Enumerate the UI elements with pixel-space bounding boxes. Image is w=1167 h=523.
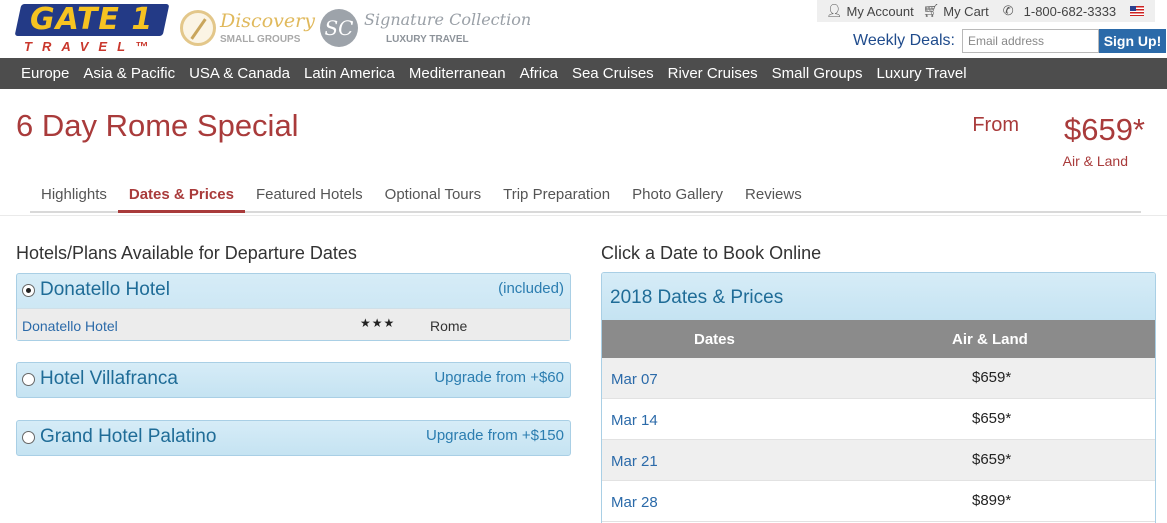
weekly-deals-signup: Weekly Deals: Sign Up! — [853, 29, 1166, 53]
price-sublabel: Air & Land — [1062, 153, 1128, 169]
plan-radio[interactable] — [22, 373, 35, 386]
signature-monogram-icon: SC — [320, 9, 358, 47]
tab-trip-preparation[interactable]: Trip Preparation — [492, 182, 621, 211]
plan-header: Donatello Hotel (included) — [17, 274, 570, 308]
dates-panel-title: 2018 Dates & Prices — [610, 287, 784, 308]
table-row[interactable]: Mar 14 $659* — [602, 399, 1155, 440]
plan-upgrade-price: Upgrade from +$150 — [425, 427, 564, 444]
departure-date-link[interactable]: Mar 07 — [611, 371, 658, 388]
discovery-small-groups-logo[interactable]: Discovery SMALL GROUPS — [180, 8, 315, 48]
gate1-travel-logo[interactable]: GATE 1 TRAVEL™ — [14, 2, 170, 54]
departure-price: $899* — [972, 492, 1012, 509]
plan-header: Grand Hotel Palatino Upgrade from +$150 — [17, 421, 570, 455]
dates-table-body: Mar 07 $659* Mar 14 $659* Mar 21 $659* M… — [602, 358, 1155, 522]
us-flag-icon[interactable] — [1130, 6, 1145, 16]
tab-featured-hotels[interactable]: Featured Hotels — [245, 182, 374, 211]
compass-icon — [180, 10, 216, 46]
departure-price: $659* — [972, 410, 1012, 427]
table-row[interactable]: Mar 21 $659* — [602, 440, 1155, 481]
departure-price: $659* — [972, 451, 1012, 468]
hotel-star-rating: ★★★ — [360, 316, 396, 330]
plan-note: (included) — [498, 280, 564, 297]
plan-header: Hotel Villafranca Upgrade from +$60 — [17, 363, 570, 397]
tour-tabs: Highlights Dates & Prices Featured Hotel… — [30, 182, 1141, 213]
price-from-label: From — [972, 114, 1019, 136]
tab-dates-prices[interactable]: Dates & Prices — [117, 182, 245, 213]
main-nav: Europe Asia & Pacific USA & Canada Latin… — [0, 58, 1167, 89]
dates-panel-header: 2018 Dates & Prices — [602, 273, 1155, 320]
site-header: GATE 1 TRAVEL™ Discovery SMALL GROUPS SC… — [0, 0, 1167, 58]
gate1-logo-word: GATE 1 — [30, 2, 154, 37]
my-cart-link[interactable]: 🛒︎ My Cart — [923, 3, 989, 19]
col-dates: Dates — [694, 331, 735, 348]
my-cart-label: My Cart — [943, 3, 989, 19]
gate1-logo-sub: TRAVEL™ — [24, 39, 159, 54]
nav-river-cruises[interactable]: River Cruises — [668, 65, 758, 82]
phone-link[interactable]: ✆ 1-800-682-3333 — [1003, 3, 1116, 19]
plan-name[interactable]: Donatello Hotel — [40, 279, 170, 301]
utility-bar: 👤︎ My Account 🛒︎ My Cart ✆ 1-800-682-333… — [817, 0, 1155, 22]
signature-logo-sub: LUXURY TRAVEL — [386, 34, 469, 45]
departure-date-link[interactable]: Mar 28 — [611, 494, 658, 511]
dates-prices-panel: 2018 Dates & Prices Dates Air & Land Mar… — [601, 272, 1156, 523]
nav-usa-canada[interactable]: USA & Canada — [189, 65, 290, 82]
gate1-logo-mark: GATE 1 — [14, 2, 170, 37]
plan-hotel-villafranca[interactable]: Hotel Villafranca Upgrade from +$60 — [16, 362, 571, 398]
dates-table-header: Dates Air & Land — [602, 320, 1155, 358]
weekly-deals-label: Weekly Deals: — [853, 32, 955, 49]
plan-hotel-row: Donatello Hotel ★★★ Rome — [17, 308, 570, 340]
plan-name[interactable]: Grand Hotel Palatino — [40, 426, 216, 448]
tab-highlights[interactable]: Highlights — [30, 182, 118, 211]
table-row[interactable]: Mar 07 $659* — [602, 358, 1155, 399]
phone-number: 1-800-682-3333 — [1023, 3, 1117, 19]
col-air-land: Air & Land — [952, 331, 1028, 348]
departure-price: $659* — [972, 369, 1012, 386]
cart-icon: 🛒︎ — [922, 3, 940, 18]
nav-mediterranean[interactable]: Mediterranean — [409, 65, 506, 82]
plan-radio[interactable] — [22, 431, 35, 444]
hotels-section-title: Hotels/Plans Available for Departure Dat… — [16, 243, 357, 263]
nav-asia-pacific[interactable]: Asia & Pacific — [83, 65, 175, 82]
nav-latin-america[interactable]: Latin America — [304, 65, 395, 82]
nav-europe[interactable]: Europe — [21, 65, 69, 82]
tab-optional-tours[interactable]: Optional Tours — [374, 182, 492, 211]
signature-logo-title: Signature Collection — [364, 10, 532, 29]
email-input[interactable] — [961, 29, 1099, 53]
hotel-link[interactable]: Donatello Hotel — [22, 318, 118, 334]
nav-small-groups[interactable]: Small Groups — [772, 65, 863, 82]
plan-name[interactable]: Hotel Villafranca — [40, 368, 178, 390]
nav-sea-cruises[interactable]: Sea Cruises — [572, 65, 654, 82]
price-block: From $659* Air & Land — [945, 112, 1145, 172]
discovery-logo-title: Discovery — [220, 10, 315, 32]
user-icon: 👤︎ — [826, 3, 843, 18]
nav-luxury-travel[interactable]: Luxury Travel — [877, 65, 967, 82]
sign-up-button[interactable]: Sign Up! — [1098, 29, 1166, 53]
plan-radio-selected[interactable] — [22, 284, 35, 297]
plan-grand-hotel-palatino[interactable]: Grand Hotel Palatino Upgrade from +$150 — [16, 420, 571, 456]
my-account-link[interactable]: 👤︎ My Account — [826, 3, 914, 19]
my-account-label: My Account — [846, 3, 914, 19]
table-row[interactable]: Mar 28 $899* — [602, 481, 1155, 522]
hotel-city: Rome — [430, 318, 468, 334]
nav-africa[interactable]: Africa — [520, 65, 558, 82]
plan-donatello-hotel[interactable]: Donatello Hotel (included) Donatello Hot… — [16, 273, 571, 341]
plan-upgrade-price: Upgrade from +$60 — [434, 369, 564, 386]
departure-date-link[interactable]: Mar 21 — [611, 453, 658, 470]
tab-reviews[interactable]: Reviews — [734, 182, 813, 211]
discovery-logo-sub: SMALL GROUPS — [220, 34, 301, 45]
book-online-title: Click a Date to Book Online — [601, 243, 822, 263]
content-divider — [0, 215, 1167, 216]
signature-collection-logo[interactable]: SC Signature Collection LUXURY TRAVEL — [320, 8, 531, 48]
departure-date-link[interactable]: Mar 14 — [611, 412, 658, 429]
price-value: $659* — [1063, 112, 1145, 147]
tab-photo-gallery[interactable]: Photo Gallery — [621, 182, 734, 211]
page-title: 6 Day Rome Special — [16, 108, 299, 143]
phone-icon: ✆ — [1002, 3, 1014, 18]
